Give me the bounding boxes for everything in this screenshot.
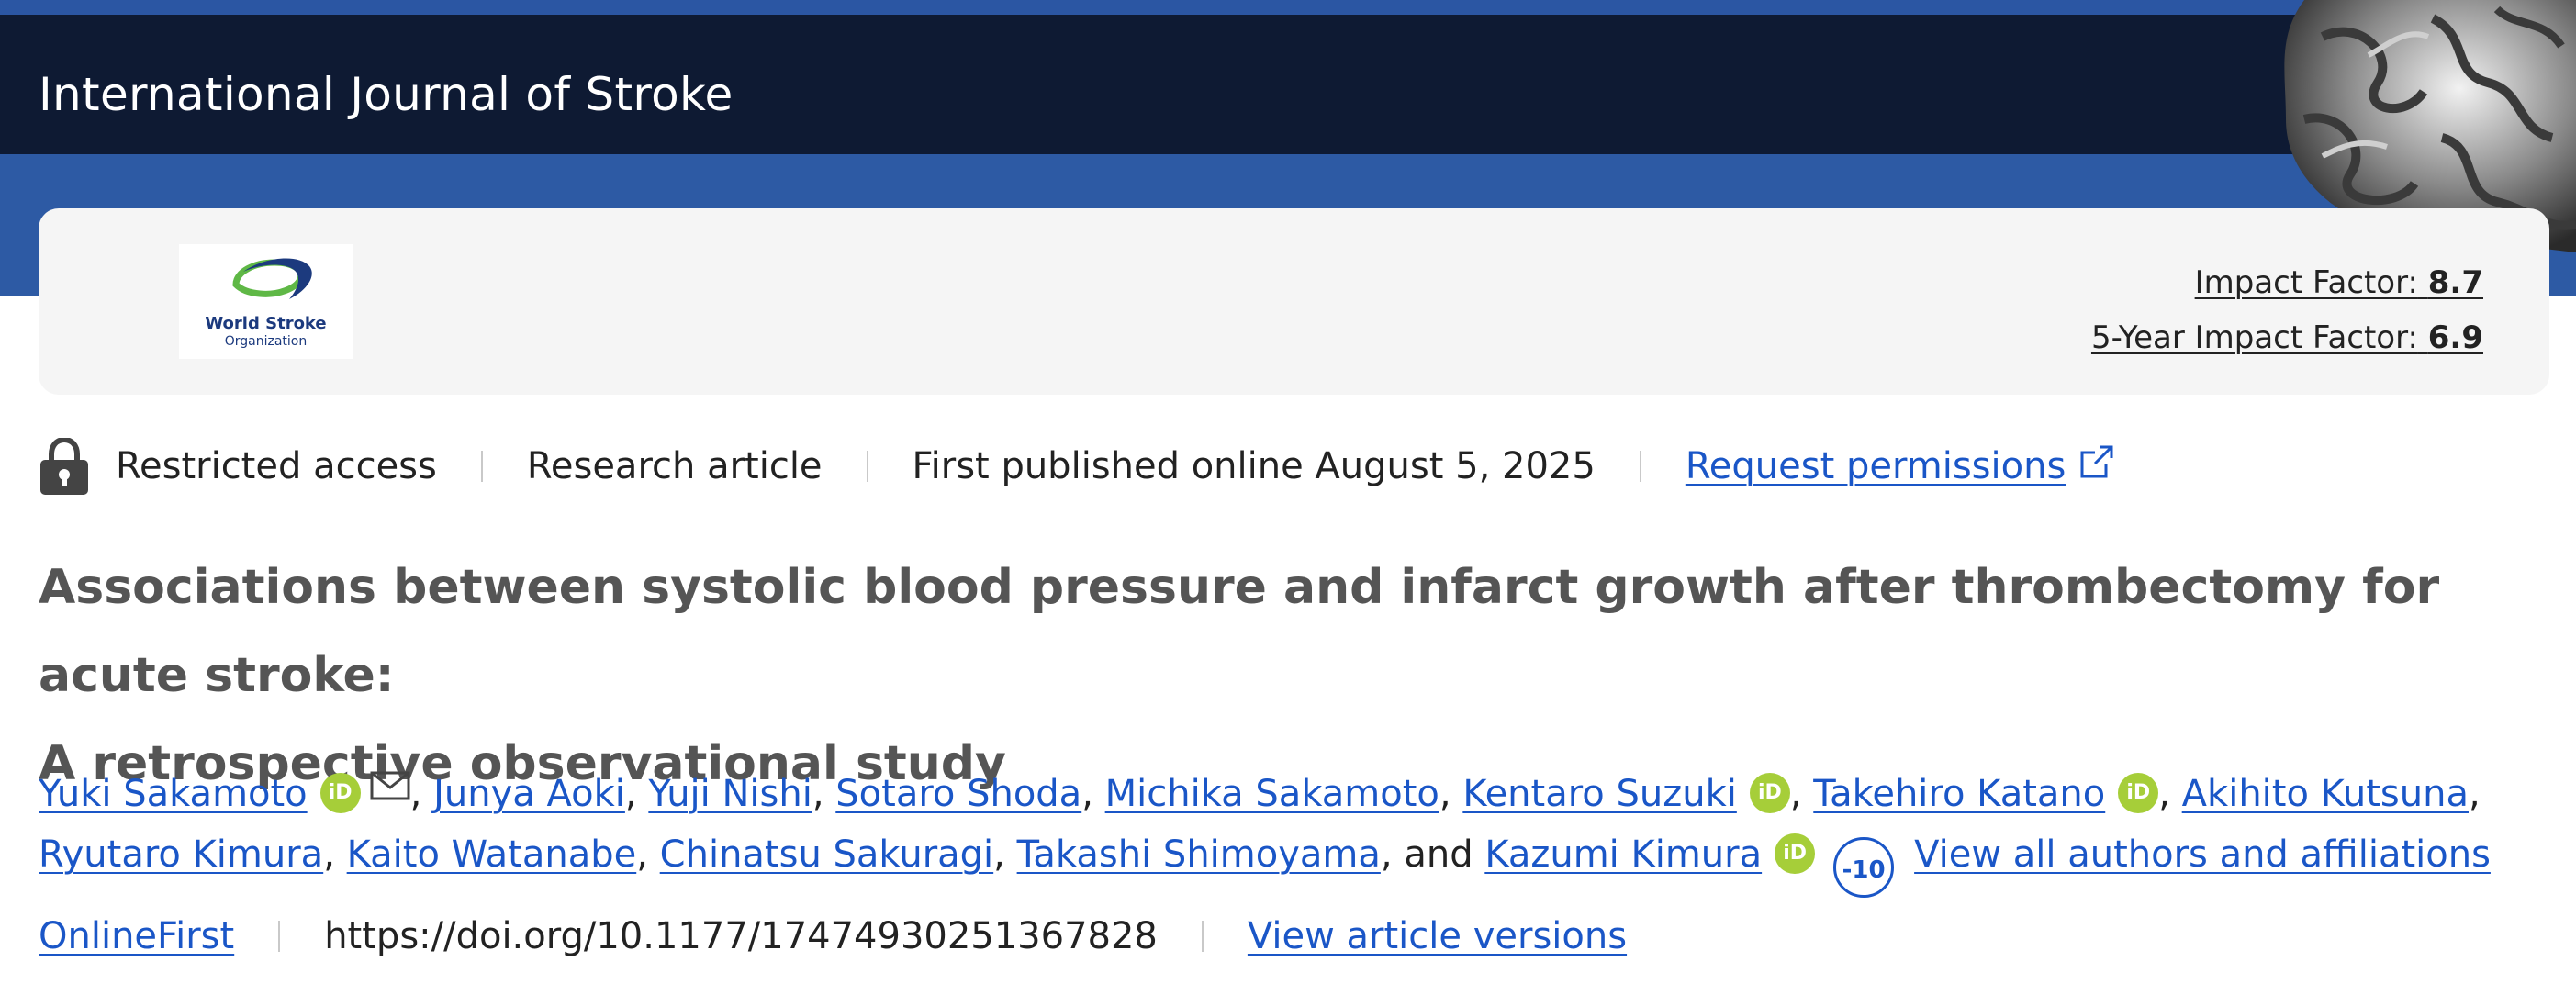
divider <box>866 451 868 482</box>
view-all-authors-link[interactable]: View all authors and affiliations <box>1914 833 2491 876</box>
orcid-icon[interactable]: iD <box>1749 773 1790 813</box>
logo-subname: Organization <box>224 334 308 349</box>
author-link[interactable]: Takehiro Katano <box>1813 773 2105 815</box>
author-link[interactable]: Takashi Shimoyama <box>1017 833 1381 876</box>
divider <box>1639 451 1641 482</box>
article-meta-row: Restricted access Research article First… <box>39 436 2115 495</box>
onlinefirst-link[interactable]: OnlineFirst <box>39 915 234 957</box>
divider <box>278 921 281 952</box>
doi-text: https://doi.org/10.1177/1747493025136782… <box>324 915 1158 957</box>
world-stroke-logo[interactable]: World Stroke Organization <box>179 244 353 359</box>
external-link-icon[interactable] <box>2078 443 2115 489</box>
author-link[interactable]: Ryutaro Kimura <box>39 833 323 876</box>
logo-swoosh-icon <box>232 258 312 299</box>
impact-factor-value: 8.7 <box>2427 264 2483 301</box>
access-status: Restricted access <box>116 445 437 487</box>
logo-name: World Stroke <box>205 314 327 333</box>
author-link[interactable]: Kaito Watanabe <box>347 833 637 876</box>
lock-icon <box>39 436 90 495</box>
five-year-label: 5-Year Impact Factor: <box>2090 319 2418 356</box>
more-authors-badge[interactable]: -10 <box>1833 837 1895 898</box>
request-permissions-link[interactable]: Request permissions <box>1686 445 2066 487</box>
impact-factors: Impact Factor: 8.7 5-Year Impact Factor:… <box>2091 255 2483 365</box>
author-link[interactable]: Yuki Sakamoto <box>39 773 308 815</box>
five-year-value: 6.9 <box>2427 319 2483 356</box>
author-link[interactable]: Chinatsu Sakuragi <box>660 833 994 876</box>
orcid-icon[interactable]: iD <box>319 773 361 813</box>
divider <box>480 451 483 482</box>
author-link[interactable]: Kazumi Kimura <box>1484 833 1762 876</box>
author-link[interactable]: Michika Sakamoto <box>1105 773 1439 815</box>
author-link[interactable]: Yuji Nishi <box>648 773 812 815</box>
header-top-stripe <box>0 0 2576 15</box>
and-text: and <box>1404 833 1473 876</box>
publication-info-row: OnlineFirst https://doi.org/10.1177/1747… <box>39 909 1627 964</box>
orcid-icon[interactable]: iD <box>2118 773 2159 813</box>
article-title-line1: Associations between systolic blood pres… <box>39 560 2440 703</box>
view-article-versions-link[interactable]: View article versions <box>1248 915 1627 957</box>
orcid-icon[interactable]: iD <box>1775 833 1816 874</box>
author-link[interactable]: Sotaro Shoda <box>835 773 1081 815</box>
impact-factor-label: Impact Factor: <box>2194 264 2418 301</box>
author-link[interactable]: Junya Aoki <box>433 773 625 815</box>
journal-header: International Journal of Stroke <box>0 15 2576 154</box>
impact-factor-link[interactable]: Impact Factor: 8.7 <box>2091 255 2483 310</box>
author-link[interactable]: Akihito Kutsuna <box>2182 773 2469 815</box>
author-list: Yuki Sakamoto iD, Junya Aoki, Yuji Nishi,… <box>39 758 2554 898</box>
author-link[interactable]: Kentaro Suzuki <box>1462 773 1737 815</box>
journal-title[interactable]: International Journal of Stroke <box>39 68 734 121</box>
divider <box>1201 921 1204 952</box>
five-year-impact-factor-link[interactable]: 5-Year Impact Factor: 6.9 <box>2091 310 2483 365</box>
publication-date: First published online August 5, 2025 <box>912 445 1596 487</box>
mail-icon[interactable] <box>370 758 410 819</box>
article-type: Research article <box>526 445 823 487</box>
